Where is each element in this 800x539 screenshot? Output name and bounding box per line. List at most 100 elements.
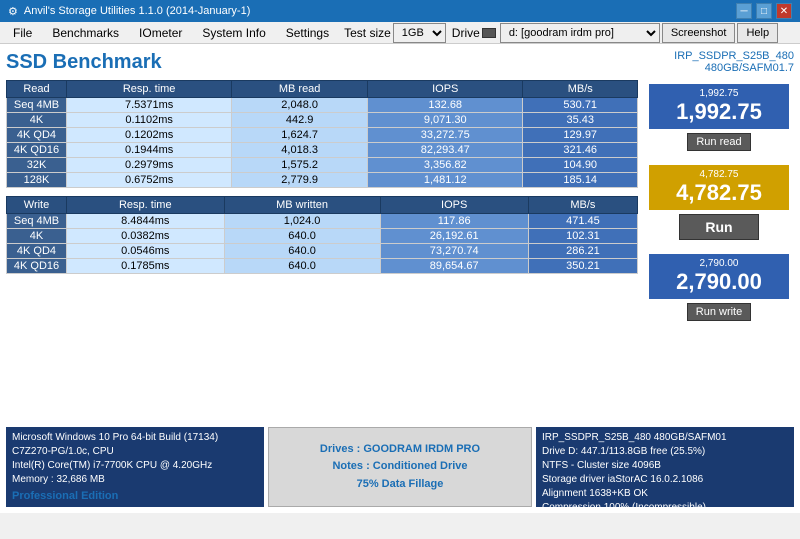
title-bar: ⚙ Anvil's Storage Utilities 1.1.0 (2014-… [0, 0, 800, 22]
read-row-mb: 2,779.9 [232, 173, 368, 188]
menu-bar: File Benchmarks IOmeter System Info Sett… [0, 22, 800, 44]
read-score-area: 1,992.75 1,992.75 Run read [649, 84, 789, 151]
read-row-mbs: 530.71 [523, 98, 638, 113]
read-header-resp: Resp. time [67, 81, 232, 98]
read-row-label: 32K [7, 158, 67, 173]
read-table-row: 4K 0.1102ms 442.9 9,071.30 35.43 [7, 113, 638, 128]
write-row-mbs: 350.21 [528, 259, 637, 274]
write-header-resp: Resp. time [67, 197, 225, 214]
title-bar-text: Anvil's Storage Utilities 1.1.0 (2014-Ja… [24, 5, 250, 17]
run-button[interactable]: Run [679, 214, 759, 240]
menu-benchmarks[interactable]: Benchmarks [43, 23, 128, 43]
sys-os: Microsoft Windows 10 Pro 64-bit Build (1… [12, 431, 258, 445]
read-row-mb: 442.9 [232, 113, 368, 128]
write-table-row: 4K QD4 0.0546ms 640.0 73,270.74 286.21 [7, 244, 638, 259]
write-table-row: Seq 4MB 8.4844ms 1,024.0 117.86 471.45 [7, 214, 638, 229]
menu-file[interactable]: File [4, 23, 41, 43]
sys-info: Microsoft Windows 10 Pro 64-bit Build (1… [6, 427, 264, 507]
write-table: Write Resp. time MB written IOPS MB/s Se… [6, 196, 638, 274]
write-score-small: 2,790.00 [657, 258, 781, 269]
drive-detail: IRP_SSDPR_S25B_480 480GB/SAFM01 Drive D:… [536, 427, 794, 507]
device-line1: IRP_SSDPR_S25B_480 [674, 50, 794, 62]
read-row-mbs: 185.14 [523, 173, 638, 188]
bench-left: Read Resp. time MB read IOPS MB/s Seq 4M… [6, 80, 638, 421]
write-row-iops: 26,192.61 [380, 229, 528, 244]
read-header-iops: IOPS [368, 81, 523, 98]
read-row-iops: 1,481.12 [368, 173, 523, 188]
read-row-label: 4K [7, 113, 67, 128]
drive-detail-compression: Compression 100% (Incompressible) [542, 501, 788, 515]
read-row-mbs: 35.43 [523, 113, 638, 128]
drives-line2: Notes : Conditioned Drive [320, 458, 480, 476]
read-row-mbs: 321.46 [523, 143, 638, 158]
read-row-mbs: 104.90 [523, 158, 638, 173]
run-write-button[interactable]: Run write [687, 303, 751, 321]
drives-line3: 75% Data Fillage [320, 476, 480, 494]
ssd-title: SSD Benchmark [6, 51, 162, 74]
read-row-iops: 9,071.30 [368, 113, 523, 128]
menu-system-info[interactable]: System Info [193, 23, 274, 43]
app-icon: ⚙ [8, 5, 18, 18]
maximize-button[interactable]: □ [756, 3, 772, 19]
read-row-iops: 82,293.47 [368, 143, 523, 158]
write-row-resp: 0.0546ms [67, 244, 225, 259]
read-row-label: 128K [7, 173, 67, 188]
minimize-button[interactable]: ─ [736, 3, 752, 19]
close-button[interactable]: ✕ [776, 3, 792, 19]
read-row-iops: 3,356.82 [368, 158, 523, 173]
write-row-mbs: 471.45 [528, 214, 637, 229]
read-row-mb: 4,018.3 [232, 143, 368, 158]
read-header-mbs: MB/s [523, 81, 638, 98]
write-row-mb: 1,024.0 [224, 214, 380, 229]
write-row-resp: 0.1785ms [67, 259, 225, 274]
run-read-button[interactable]: Run read [687, 133, 750, 151]
device-line2: 480GB/SAFM01.7 [674, 62, 794, 74]
read-row-label: Seq 4MB [7, 98, 67, 113]
header-row: SSD Benchmark IRP_SSDPR_S25B_480 480GB/S… [6, 50, 794, 74]
read-row-resp: 0.1102ms [67, 113, 232, 128]
read-row-mb: 1,624.7 [232, 128, 368, 143]
read-row-label: 4K QD4 [7, 128, 67, 143]
read-row-label: 4K QD16 [7, 143, 67, 158]
bench-right: 1,992.75 1,992.75 Run read 4,782.75 4,78… [644, 80, 794, 421]
pro-edition-label: Professional Edition [12, 489, 258, 504]
test-size-select[interactable]: 1GB [393, 23, 446, 43]
drive-select[interactable]: d: [goodram irdm pro] [500, 23, 660, 43]
read-score-small: 1,992.75 [657, 88, 781, 99]
write-header-mbs: MB/s [528, 197, 637, 214]
read-table-row: 4K QD16 0.1944ms 4,018.3 82,293.47 321.4… [7, 143, 638, 158]
write-row-label: 4K QD16 [7, 259, 67, 274]
write-row-label: 4K QD4 [7, 244, 67, 259]
drive-detail-alignment: Alignment 1638+KB OK [542, 487, 788, 501]
drive-detail-driver: Storage driver iaStorAC 16.0.2.1086 [542, 473, 788, 487]
write-row-resp: 0.0382ms [67, 229, 225, 244]
read-table-row: Seq 4MB 7.5371ms 2,048.0 132.68 530.71 [7, 98, 638, 113]
read-header-label: Read [7, 81, 67, 98]
menu-settings[interactable]: Settings [277, 23, 338, 43]
read-table-row: 32K 0.2979ms 1,575.2 3,356.82 104.90 [7, 158, 638, 173]
write-header-iops: IOPS [380, 197, 528, 214]
write-header-mb: MB written [224, 197, 380, 214]
write-row-mb: 640.0 [224, 229, 380, 244]
write-row-mb: 640.0 [224, 244, 380, 259]
total-score-box: 4,782.75 4,782.75 [649, 165, 789, 210]
sys-cpu2: Intel(R) Core(TM) i7-7700K CPU @ 4.20GHz [12, 459, 258, 473]
read-row-iops: 33,272.75 [368, 128, 523, 143]
write-row-mbs: 286.21 [528, 244, 637, 259]
read-row-iops: 132.68 [368, 98, 523, 113]
read-table-row: 128K 0.6752ms 2,779.9 1,481.12 185.14 [7, 173, 638, 188]
screenshot-button[interactable]: Screenshot [662, 23, 736, 43]
sys-memory: Memory : 32,686 MB [12, 473, 258, 487]
menu-iometer[interactable]: IOmeter [130, 23, 191, 43]
help-button[interactable]: Help [737, 23, 778, 43]
total-score-area: 4,782.75 4,782.75 Run [649, 165, 789, 240]
write-row-label: Seq 4MB [7, 214, 67, 229]
write-row-resp: 8.4844ms [67, 214, 225, 229]
sys-cpu1: C7Z270-PG/1.0c, CPU [12, 445, 258, 459]
write-score-box: 2,790.00 2,790.00 [649, 254, 789, 299]
read-row-resp: 0.1202ms [67, 128, 232, 143]
drive-detail-drive: Drive D: 447.1/113.8GB free (25.5%) [542, 445, 788, 459]
write-score-area: 2,790.00 2,790.00 Run write [649, 254, 789, 321]
drives-line1: Drives : GOODRAM IRDM PRO [320, 441, 480, 459]
main-content: SSD Benchmark IRP_SSDPR_S25B_480 480GB/S… [0, 44, 800, 513]
